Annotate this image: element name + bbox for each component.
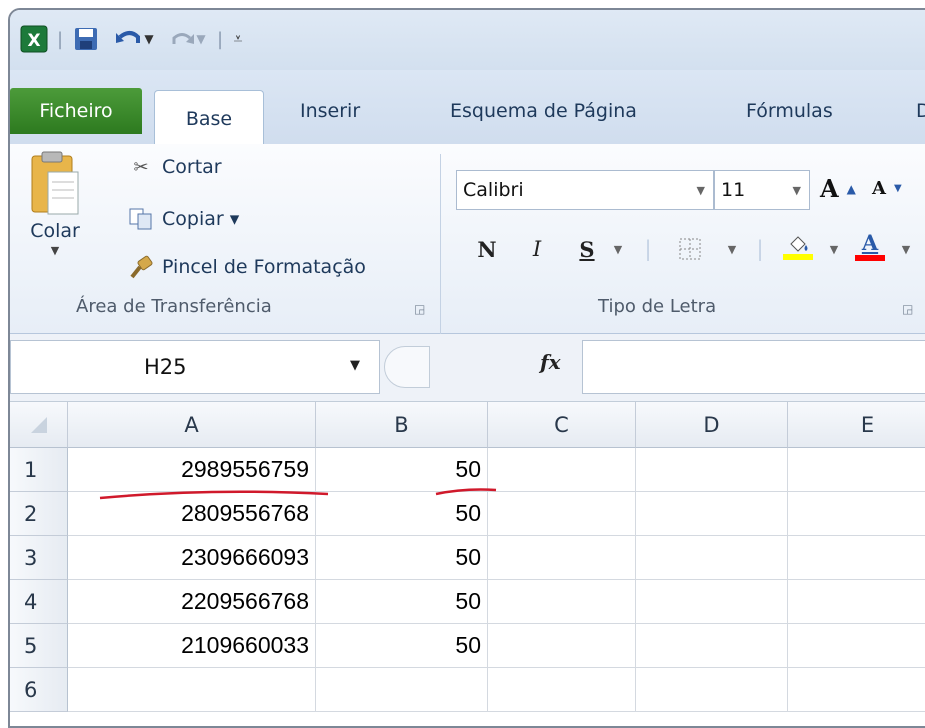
format-painter-button[interactable]: Pincel de Formatação xyxy=(128,254,366,280)
font-name-value: Calibri xyxy=(463,179,524,201)
font-name-combo[interactable]: Calibri ▼ xyxy=(456,170,714,210)
format-painter-label: Pincel de Formatação xyxy=(162,256,366,278)
chevron-down-icon[interactable]: ▼ xyxy=(896,232,916,266)
formula-input[interactable] xyxy=(582,340,925,394)
clipboard-group-label: Área de Transferência xyxy=(76,296,272,317)
divider: | xyxy=(216,28,224,50)
fx-icon[interactable]: fx xyxy=(540,350,561,374)
copy-button[interactable]: Copiar ▾ xyxy=(128,206,239,232)
redo-icon[interactable]: ▼ xyxy=(166,24,210,54)
tab-data[interactable]: D xyxy=(916,88,925,134)
paste-icon xyxy=(31,151,79,215)
ribbon: Colar ▼ ✂ Cortar Copiar ▾ Pincel de Form… xyxy=(10,144,925,334)
dialog-launcher-icon[interactable]: ◲ xyxy=(902,302,913,316)
tab-page-layout[interactable]: Esquema de Página xyxy=(450,88,637,134)
borders-icon[interactable] xyxy=(670,232,710,266)
tab-formulas[interactable]: Fórmulas xyxy=(746,88,833,134)
grow-font-button[interactable]: A ▲ xyxy=(820,174,856,203)
group-divider xyxy=(440,154,441,334)
scissors-icon: ✂ xyxy=(133,156,149,178)
name-box-value: H25 xyxy=(144,355,187,379)
divider: | xyxy=(644,237,652,261)
tab-home[interactable]: Base xyxy=(154,90,264,146)
cut-label: Cortar xyxy=(162,156,222,178)
quick-access-toolbar: X | ▼ ▼ | ⩡ xyxy=(10,10,925,70)
copy-icon xyxy=(128,206,154,232)
cut-button[interactable]: ✂ Cortar xyxy=(128,154,222,180)
chevron-down-icon: ▼ xyxy=(792,183,801,197)
copy-label: Copiar ▾ xyxy=(162,208,240,230)
red-underline-annotation xyxy=(99,488,497,500)
font-size-combo[interactable]: 11 ▼ xyxy=(714,170,810,210)
chevron-down-icon: ▼ xyxy=(696,183,705,197)
paste-button[interactable]: Colar ▼ xyxy=(28,150,82,257)
name-box[interactable]: H25 xyxy=(10,340,380,394)
tab-insert[interactable]: Inserir xyxy=(300,88,360,134)
chevron-down-icon: ▼ xyxy=(50,244,60,257)
divider: | xyxy=(756,237,764,261)
save-icon[interactable] xyxy=(70,24,102,54)
excel-window: X | ▼ ▼ | ⩡ Ficheiro Base Inserir Esquem… xyxy=(8,8,925,728)
brush-icon xyxy=(128,254,154,280)
chevron-down-icon[interactable]: ▼ xyxy=(824,232,844,266)
font-color-icon[interactable]: A xyxy=(850,228,890,262)
customize-qat-icon[interactable]: ⩡ xyxy=(226,24,250,54)
fill-color-icon[interactable] xyxy=(778,230,818,264)
italic-button[interactable]: I xyxy=(522,232,552,266)
underline-button[interactable]: S xyxy=(572,232,602,266)
divider: | xyxy=(56,28,64,50)
paste-label: Colar xyxy=(30,220,80,242)
bold-button[interactable]: N xyxy=(472,232,502,266)
chevron-down-icon[interactable]: ▼ xyxy=(350,358,360,373)
chevron-down-icon[interactable]: ▼ xyxy=(608,232,628,266)
svg-text:X: X xyxy=(27,31,40,51)
font-size-value: 11 xyxy=(721,179,746,201)
shrink-font-button[interactable]: A ▼ xyxy=(872,178,902,199)
tab-file[interactable]: Ficheiro xyxy=(10,88,142,134)
ribbon-tabs: Ficheiro Base Inserir Esquema de Página … xyxy=(10,70,925,146)
chevron-down-icon[interactable]: ▼ xyxy=(722,232,742,266)
formula-bar: H25 ▼ fx xyxy=(10,334,925,402)
font-group-label: Tipo de Letra xyxy=(598,296,717,317)
undo-icon[interactable]: ▼ xyxy=(112,24,156,54)
excel-icon[interactable]: X xyxy=(18,24,50,54)
dialog-launcher-icon[interactable]: ◲ xyxy=(414,302,425,316)
formula-bar-resize-handle[interactable] xyxy=(384,346,430,388)
